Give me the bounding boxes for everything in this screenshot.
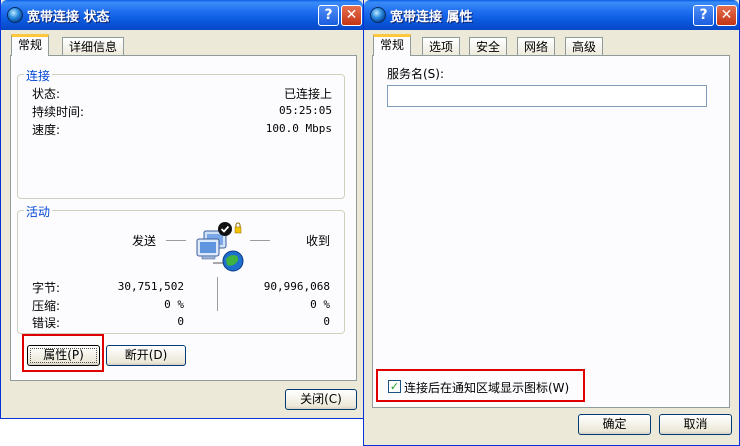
show-icon-label[interactable]: 连接后在通知区域显示图标(W): [404, 379, 569, 396]
duration-value: 05:25:05: [279, 104, 332, 117]
bytes-received: 90,996,068: [263, 280, 330, 293]
ok-button[interactable]: 确定: [578, 414, 651, 435]
properties-titlebar[interactable]: 宽带连接 属性 ? ✕: [364, 0, 739, 30]
compression-sent: 0 %: [164, 298, 184, 311]
network-connection-icon: [196, 222, 244, 272]
errors-received: 0: [323, 315, 330, 328]
show-icon-checkbox[interactable]: ✓: [388, 380, 401, 393]
activity-divider: [217, 277, 218, 311]
tab-advanced[interactable]: 高级: [565, 37, 604, 57]
close-icon[interactable]: ✕: [716, 5, 737, 26]
received-label: 收到: [305, 234, 330, 248]
tab-security[interactable]: 安全: [469, 37, 508, 57]
errors-label: 错误:: [32, 316, 61, 330]
help-button[interactable]: ?: [693, 5, 714, 26]
globe-icon: [370, 7, 386, 23]
service-name-input[interactable]: [387, 85, 707, 107]
activity-group: 活动 发送 收到 字节: 30,751,502 90,996,068 压缩: 0…: [17, 203, 345, 334]
speed-value: 100.0 Mbps: [265, 122, 332, 135]
sent-dash: [166, 240, 186, 241]
properties-window-title: 宽带连接 属性: [390, 10, 473, 25]
compression-received: 0 %: [310, 298, 330, 311]
compression-label: 压缩:: [32, 299, 61, 313]
status-label: 状态:: [32, 87, 61, 101]
status-general-panel: 连接 状态: 已连接上 持续时间: 05:25:05 速度: 100.0 Mbp…: [10, 55, 357, 381]
status-window-title: 宽带连接 状态: [27, 10, 110, 25]
properties-button[interactable]: 属性(P): [27, 345, 100, 366]
cancel-button[interactable]: 取消: [659, 414, 732, 435]
received-dash: [250, 240, 270, 241]
properties-general-panel: 服务名(S): ✓ 连接后在通知区域显示图标(W): [372, 55, 730, 408]
speed-label: 速度:: [32, 123, 61, 137]
bytes-sent: 30,751,502: [117, 280, 184, 293]
service-name-label: 服务名(S):: [387, 67, 445, 81]
tab-details[interactable]: 详细信息: [62, 37, 125, 57]
connection-group: 连接 状态: 已连接上 持续时间: 05:25:05 速度: 100.0 Mbp…: [17, 67, 345, 199]
sent-label: 发送: [132, 234, 157, 248]
close-icon[interactable]: ✕: [341, 5, 362, 26]
activity-legend: 活动: [24, 203, 53, 220]
tab-options[interactable]: 选项: [422, 37, 461, 57]
status-value: 已连接上: [283, 87, 332, 101]
errors-sent: 0: [177, 315, 184, 328]
help-button[interactable]: ?: [318, 5, 339, 26]
status-window: 宽带连接 状态 ? ✕ 常规 详细信息 连接 状态: 已连接上 持续时间: 05…: [0, 0, 364, 419]
duration-label: 持续时间:: [32, 105, 85, 119]
bytes-label: 字节:: [32, 281, 61, 295]
tab-network[interactable]: 网络: [517, 37, 556, 57]
connection-legend: 连接: [24, 67, 53, 84]
tab-general[interactable]: 常规: [11, 34, 50, 56]
disconnect-button[interactable]: 断开(D): [106, 345, 186, 366]
globe-icon: [7, 7, 23, 23]
status-titlebar[interactable]: 宽带连接 状态 ? ✕: [1, 0, 363, 30]
properties-window: 宽带连接 属性 ? ✕ 常规 选项 安全 网络 高级 服务名(S): ✓ 连接后…: [363, 0, 740, 446]
close-button[interactable]: 关闭(C): [285, 389, 357, 410]
tab-general[interactable]: 常规: [373, 34, 412, 56]
